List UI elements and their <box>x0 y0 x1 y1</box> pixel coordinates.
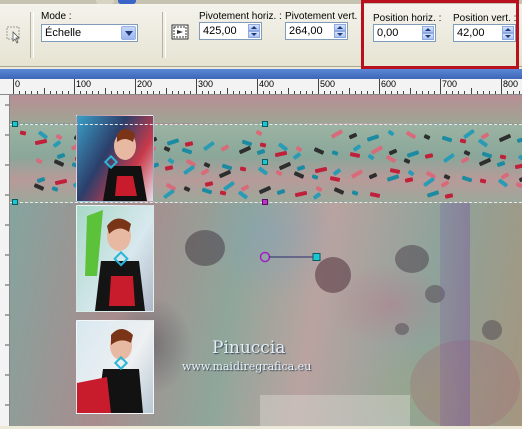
image-window-titlebar <box>0 69 522 79</box>
resize-handle-bottom-left[interactable] <box>12 199 18 205</box>
toolbar-separator <box>30 12 34 58</box>
image-canvas[interactable]: Pinuccia www.maidiregrafica.eu <box>10 95 522 426</box>
arrow-down-icon[interactable] <box>334 31 346 38</box>
vertical-ruler <box>0 95 10 426</box>
mode-value: Échelle <box>45 27 82 39</box>
arrow-up-icon[interactable] <box>334 24 346 31</box>
dark-circle <box>395 245 429 273</box>
mode-label: Mode : <box>41 11 72 22</box>
pivot-apply-icon[interactable] <box>170 22 190 42</box>
arrow-down-icon[interactable] <box>248 31 260 38</box>
mode-select[interactable]: Échelle <box>41 24 138 42</box>
ruler-label: 700 <box>442 79 458 89</box>
ruler-label: 800 <box>503 79 519 89</box>
resize-handle-center[interactable] <box>262 159 268 165</box>
dark-circle <box>482 320 502 340</box>
purple-stripe <box>440 195 470 426</box>
ruler-label: 600 <box>381 79 397 89</box>
pivot-h-value: 425,00 <box>203 25 237 37</box>
pivot-h-stepper[interactable] <box>248 24 260 38</box>
pivot-v-stepper[interactable] <box>334 24 346 38</box>
ruler-label: 300 <box>198 79 214 89</box>
position-highlight-box <box>361 0 519 69</box>
horizontal-ruler: 0 100 200 300 400 500 600 700 800 <box>0 79 522 95</box>
pick-tool-icon[interactable] <box>4 24 24 44</box>
pivot-v-label: Pivotement vert. : <box>285 11 363 22</box>
ruler-label: 500 <box>320 79 336 89</box>
pivot-h-field[interactable]: 425,00 <box>199 22 262 40</box>
ruler-label: 0 <box>15 79 21 89</box>
pivot-handle[interactable] <box>262 199 268 205</box>
portrait-card-top <box>76 115 154 202</box>
portrait-card-middle <box>76 205 154 312</box>
dark-circle <box>185 230 225 266</box>
chevron-down-icon[interactable] <box>121 26 136 40</box>
resize-handle-top-left[interactable] <box>12 121 18 127</box>
arrow-up-icon[interactable] <box>248 24 260 31</box>
ruler-label: 100 <box>76 79 92 89</box>
pivot-v-field[interactable]: 264,00 <box>285 22 348 40</box>
rotation-handle[interactable] <box>258 250 328 264</box>
portrait-card-bottom <box>76 320 154 414</box>
ruler-label: 200 <box>137 79 153 89</box>
watermark-url: www.maidiregrafica.eu <box>182 360 312 373</box>
pivot-v-value: 264,00 <box>289 25 323 37</box>
watermark-name: Pinuccia <box>212 338 286 358</box>
toolbar-separator <box>162 12 166 58</box>
dark-circle <box>395 323 409 335</box>
ruler-label: 400 <box>259 79 275 89</box>
resize-handle-top[interactable] <box>262 121 268 127</box>
pivot-h-label: Pivotement horiz. : <box>199 11 282 22</box>
light-patch <box>260 395 410 426</box>
